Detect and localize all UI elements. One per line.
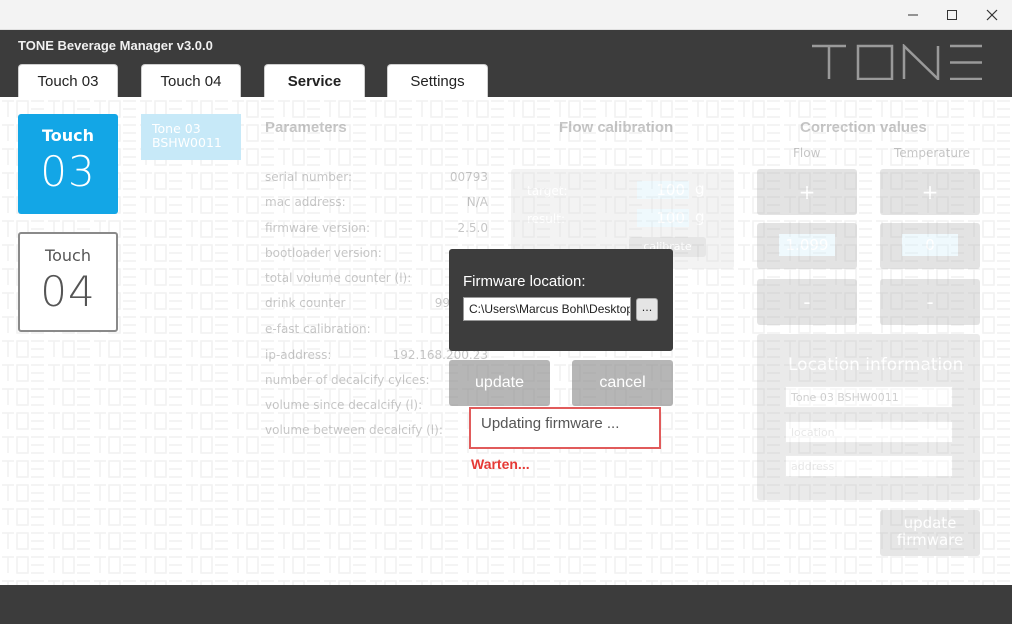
update-firmware-button[interactable]: update firmware (880, 510, 980, 556)
param-label: e-fast calibration: (265, 322, 371, 336)
flow-calibration-title: Flow calibration (559, 119, 674, 136)
wait-text: Warten... (471, 456, 530, 472)
update-firmware-label-1: update (903, 514, 957, 532)
device-label: Touch (45, 246, 91, 265)
tone-logo-icon (812, 44, 982, 80)
temperature-header: Temperature (894, 146, 971, 160)
param-label: bootloader version: (265, 246, 382, 260)
address-field[interactable]: address (785, 455, 953, 477)
dialog-cancel-button[interactable]: cancel (572, 360, 673, 406)
dialog-update-button[interactable]: update (449, 360, 550, 406)
minimize-icon[interactable] (893, 0, 933, 30)
flow-minus-button[interactable]: - (757, 279, 857, 325)
maximize-icon[interactable] (932, 0, 972, 30)
param-label: ip-address: (265, 348, 332, 362)
param-value: 99 (434, 296, 450, 310)
param-label: firmware version: (265, 221, 370, 235)
param-label: serial number: (265, 170, 353, 184)
result-unit: g (695, 208, 705, 226)
firmware-path-input[interactable]: C:\Users\Marcus Bohl\Desktop (463, 297, 631, 321)
flow-value[interactable]: 1.099 (779, 234, 835, 256)
tab-touch-03[interactable]: Touch 03 (18, 64, 118, 98)
result-input[interactable]: 100 (637, 209, 689, 227)
device-number: 04 (40, 267, 96, 316)
target-label: target: (527, 184, 568, 198)
device-label: Touch (41, 126, 95, 145)
target-unit: g (695, 180, 705, 198)
temperature-plus-button[interactable]: + (880, 169, 980, 215)
param-label: number of decalcify cylces: (265, 373, 430, 387)
target-input[interactable]: 100 (637, 181, 689, 199)
param-label: total volume counter (l): (265, 271, 412, 285)
flow-value-box: 1.099 (757, 223, 857, 269)
location-field[interactable]: location (785, 421, 953, 443)
param-value: 2.5.0 (457, 221, 488, 235)
device-number: 03 (40, 147, 96, 196)
correction-values-title: Correction values (800, 119, 927, 136)
temperature-value-box: 0 (880, 223, 980, 269)
device-card-touch-04[interactable]: Touch 04 (18, 232, 118, 332)
device-id-chip: Tone 03 BSHW0011 (141, 114, 241, 160)
param-value: 00793 (449, 170, 488, 184)
temperature-minus-button[interactable]: - (880, 279, 980, 325)
flow-plus-button[interactable]: + (757, 169, 857, 215)
location-name-field[interactable]: Tone 03 BSHW0011 (785, 386, 953, 408)
device-name: Tone 03 (152, 121, 201, 136)
tab-settings[interactable]: Settings (387, 64, 488, 98)
param-label: volume since decalcify (l): (265, 398, 423, 412)
app-footer (0, 585, 1012, 624)
app-title: TONE Beverage Manager v3.0.0 (18, 38, 213, 53)
window-titlebar (0, 0, 1012, 30)
browse-button[interactable]: ... (636, 298, 658, 321)
parameters-title: Parameters (265, 119, 347, 136)
param-label: volume between decalcify (l): (265, 423, 443, 437)
tab-touch-04[interactable]: Touch 04 (141, 64, 241, 98)
param-label: drink counter (265, 296, 346, 310)
flow-header: Flow (793, 146, 821, 160)
result-label: result: (527, 212, 565, 226)
device-serial: BSHW0011 (152, 135, 222, 150)
update-firmware-label-2: firmware (896, 531, 964, 549)
close-icon[interactable] (972, 0, 1012, 30)
param-label: mac address: (265, 195, 346, 209)
firmware-location-label: Firmware location: (463, 273, 586, 290)
update-status-box: Updating firmware ... (469, 407, 661, 449)
location-information-title: Location information (788, 355, 964, 375)
temperature-value[interactable]: 0 (902, 234, 958, 256)
tab-service[interactable]: Service (264, 64, 365, 98)
param-value: N/A (466, 195, 488, 209)
device-card-touch-03[interactable]: Touch 03 (18, 114, 118, 214)
